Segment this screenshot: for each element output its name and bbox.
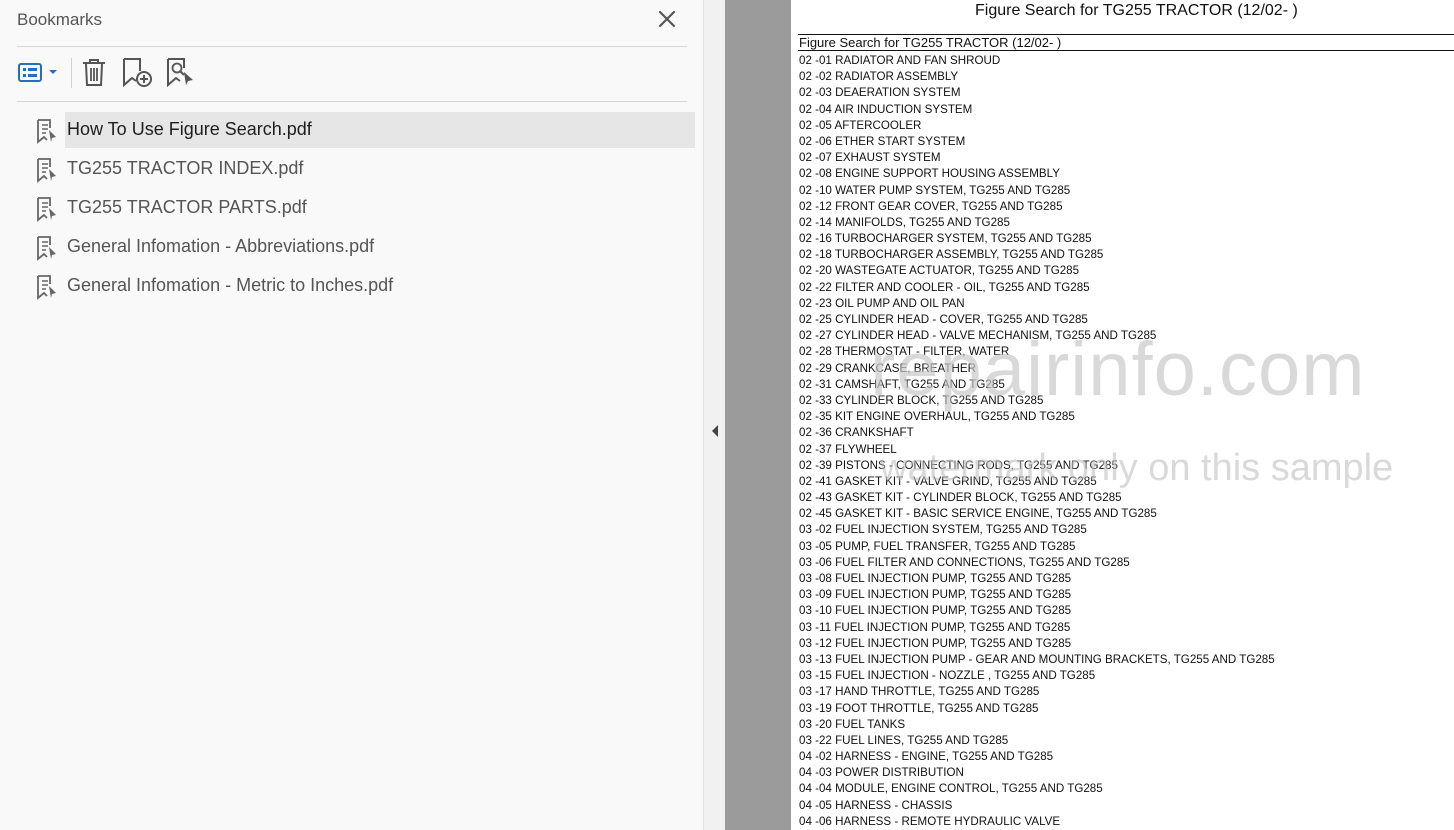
figure-list-item[interactable]: 02 -28 THERMOSTAT - FILTER, WATER [799, 344, 1275, 360]
bookmark-item[interactable]: General Infomation - Abbreviations.pdf [30, 229, 695, 265]
bookmarks-title: Bookmarks [17, 10, 103, 29]
bookmark-item[interactable]: TG255 TRACTOR INDEX.pdf [30, 151, 695, 187]
figure-list-item[interactable]: 03 -05 PUMP, FUEL TRANSFER, TG255 AND TG… [799, 539, 1275, 555]
figure-list-item[interactable]: 02 -29 CRANKCASE, BREATHER [799, 361, 1275, 377]
bookmarks-panel: Bookmarks How To Use Figure Search.pdf T… [0, 0, 703, 830]
figure-list-item[interactable]: 02 -31 CAMSHAFT, TG255 AND TG285 [799, 377, 1275, 393]
figure-list-item[interactable]: 03 -10 FUEL INJECTION PUMP, TG255 AND TG… [799, 603, 1275, 619]
figure-list-item[interactable]: 02 -37 FLYWHEEL [799, 442, 1275, 458]
document-gutter [725, 0, 791, 830]
figure-list-item[interactable]: 02 -20 WASTEGATE ACTUATOR, TG255 AND TG2… [799, 263, 1275, 279]
figure-list-item[interactable]: 03 -13 FUEL INJECTION PUMP - GEAR AND MO… [799, 652, 1275, 668]
figure-list-item[interactable]: 04 -03 POWER DISTRIBUTION [799, 765, 1275, 781]
figure-list-item[interactable]: 04 -06 HARNESS - REMOTE HYDRAULIC VALVE [799, 814, 1275, 830]
figure-list-item[interactable]: 02 -10 WATER PUMP SYSTEM, TG255 AND TG28… [799, 183, 1275, 199]
trash-icon [80, 56, 108, 88]
divider [17, 101, 687, 102]
figure-list-item[interactable]: 02 -22 FILTER AND COOLER - OIL, TG255 AN… [799, 280, 1275, 296]
document-page[interactable]: Figure Search for TG255 TRACTOR (12/02- … [791, 0, 1454, 830]
figure-list-item[interactable]: 04 -04 MODULE, ENGINE CONTROL, TG255 AND… [799, 781, 1275, 797]
figure-list-item[interactable]: 02 -27 CYLINDER HEAD - VALVE MECHANISM, … [799, 328, 1275, 344]
bookmark-document-icon [35, 274, 59, 300]
panel-splitter[interactable] [703, 0, 725, 830]
figure-list-item[interactable]: 03 -17 HAND THROTTLE, TG255 AND TG285 [799, 684, 1275, 700]
figure-list-item[interactable]: 02 -07 EXHAUST SYSTEM [799, 150, 1275, 166]
bookmark-label: General Infomation - Abbreviations.pdf [67, 236, 375, 256]
figure-list-item[interactable]: 02 -41 GASKET KIT - VALVE GRIND, TG255 A… [799, 474, 1275, 490]
table-header-label: Figure Search for TG255 TRACTOR (12/02- … [799, 35, 1062, 50]
bookmark-document-icon [35, 196, 59, 222]
figure-list-item[interactable]: 02 -08 ENGINE SUPPORT HOUSING ASSEMBLY [799, 166, 1275, 182]
bookmark-options-icon [17, 56, 61, 88]
figure-list-item[interactable]: 02 -16 TURBOCHARGER SYSTEM, TG255 AND TG… [799, 231, 1275, 247]
find-current-bookmark-icon [165, 56, 197, 88]
figure-list-item[interactable]: 03 -08 FUEL INJECTION PUMP, TG255 AND TG… [799, 571, 1275, 587]
page-title: Figure Search for TG255 TRACTOR (12/02- … [975, 2, 1298, 19]
figure-list-item[interactable]: 02 -43 GASKET KIT - CYLINDER BLOCK, TG25… [799, 490, 1275, 506]
figure-list-item[interactable]: 02 -45 GASKET KIT - BASIC SERVICE ENGINE… [799, 506, 1275, 522]
figure-list-item[interactable]: 02 -25 CYLINDER HEAD - COVER, TG255 AND … [799, 312, 1275, 328]
bookmark-label: General Infomation - Metric to Inches.pd… [67, 275, 394, 295]
figure-list-item[interactable]: 02 -18 TURBOCHARGER ASSEMBLY, TG255 AND … [799, 247, 1275, 263]
toolbar-divider [71, 58, 72, 88]
figure-list-item[interactable]: 03 -11 FUEL INJECTION PUMP, TG255 AND TG… [799, 620, 1275, 636]
bookmark-options-button[interactable] [17, 56, 61, 88]
figure-list-item[interactable]: 03 -20 FUEL TANKS [799, 717, 1275, 733]
figure-list: 02 -01 RADIATOR AND FAN SHROUD 02 -02 RAD… [799, 53, 1275, 830]
bookmark-document-icon [35, 235, 59, 261]
figure-list-item[interactable]: 02 -12 FRONT GEAR COVER, TG255 AND TG285 [799, 199, 1275, 215]
figure-list-item[interactable]: 02 -02 RADIATOR ASSEMBLY [799, 69, 1275, 85]
bookmark-item[interactable]: How To Use Figure Search.pdf [30, 112, 695, 148]
figure-list-item[interactable]: 03 -19 FOOT THROTTLE, TG255 AND TG285 [799, 701, 1275, 717]
bookmark-label: How To Use Figure Search.pdf [67, 119, 312, 139]
new-bookmark-icon [121, 56, 153, 88]
bookmark-item[interactable]: TG255 TRACTOR PARTS.pdf [30, 190, 695, 226]
figure-list-item[interactable]: 02 -04 AIR INDUCTION SYSTEM [799, 102, 1275, 118]
figure-list-item[interactable]: 03 -15 FUEL INJECTION - NOZZLE , TG255 A… [799, 668, 1275, 684]
figure-list-item[interactable]: 04 -05 HARNESS - CHASSIS [799, 798, 1275, 814]
bookmark-document-icon [35, 157, 59, 183]
figure-list-item[interactable]: 02 -05 AFTERCOOLER [799, 118, 1275, 134]
find-current-bookmark-button[interactable] [165, 56, 197, 88]
figure-list-item[interactable]: 02 -39 PISTONS - CONNECTING RODS, TG255 … [799, 458, 1275, 474]
divider [17, 46, 687, 47]
figure-list-item[interactable]: 02 -14 MANIFOLDS, TG255 AND TG285 [799, 215, 1275, 231]
figure-list-item[interactable]: 03 -02 FUEL INJECTION SYSTEM, TG255 AND … [799, 522, 1275, 538]
bookmark-item[interactable]: General Infomation - Metric to Inches.pd… [30, 268, 695, 304]
close-icon[interactable] [655, 7, 679, 31]
figure-list-item[interactable]: 03 -06 FUEL FILTER AND CONNECTIONS, TG25… [799, 555, 1275, 571]
figure-list-item[interactable]: 03 -12 FUEL INJECTION PUMP, TG255 AND TG… [799, 636, 1275, 652]
figure-list-item[interactable]: 02 -33 CYLINDER BLOCK, TG255 AND TG285 [799, 393, 1275, 409]
figure-list-item[interactable]: 03 -22 FUEL LINES, TG255 AND TG285 [799, 733, 1275, 749]
bookmark-label: TG255 TRACTOR INDEX.pdf [67, 158, 304, 178]
figure-list-item[interactable]: 02 -36 CRANKSHAFT [799, 425, 1275, 441]
table-header: Figure Search for TG255 TRACTOR (12/02- … [798, 34, 1454, 51]
figure-list-item[interactable]: 03 -09 FUEL INJECTION PUMP, TG255 AND TG… [799, 587, 1275, 603]
bookmark-document-icon [35, 118, 59, 144]
figure-list-item[interactable]: 02 -06 ETHER START SYSTEM [799, 134, 1275, 150]
bookmark-label: TG255 TRACTOR PARTS.pdf [67, 197, 307, 217]
collapse-left-arrow-icon[interactable] [710, 424, 720, 438]
delete-bookmark-button[interactable] [80, 56, 108, 88]
figure-list-item[interactable]: 02 -03 DEAERATION SYSTEM [799, 85, 1275, 101]
figure-list-item[interactable]: 02 -35 KIT ENGINE OVERHAUL, TG255 AND TG… [799, 409, 1275, 425]
figure-list-item[interactable]: 02 -23 OIL PUMP AND OIL PAN [799, 296, 1275, 312]
figure-list-item[interactable]: 04 -02 HARNESS - ENGINE, TG255 AND TG285 [799, 749, 1275, 765]
figure-list-item[interactable]: 02 -01 RADIATOR AND FAN SHROUD [799, 53, 1275, 69]
new-bookmark-button[interactable] [121, 56, 153, 88]
